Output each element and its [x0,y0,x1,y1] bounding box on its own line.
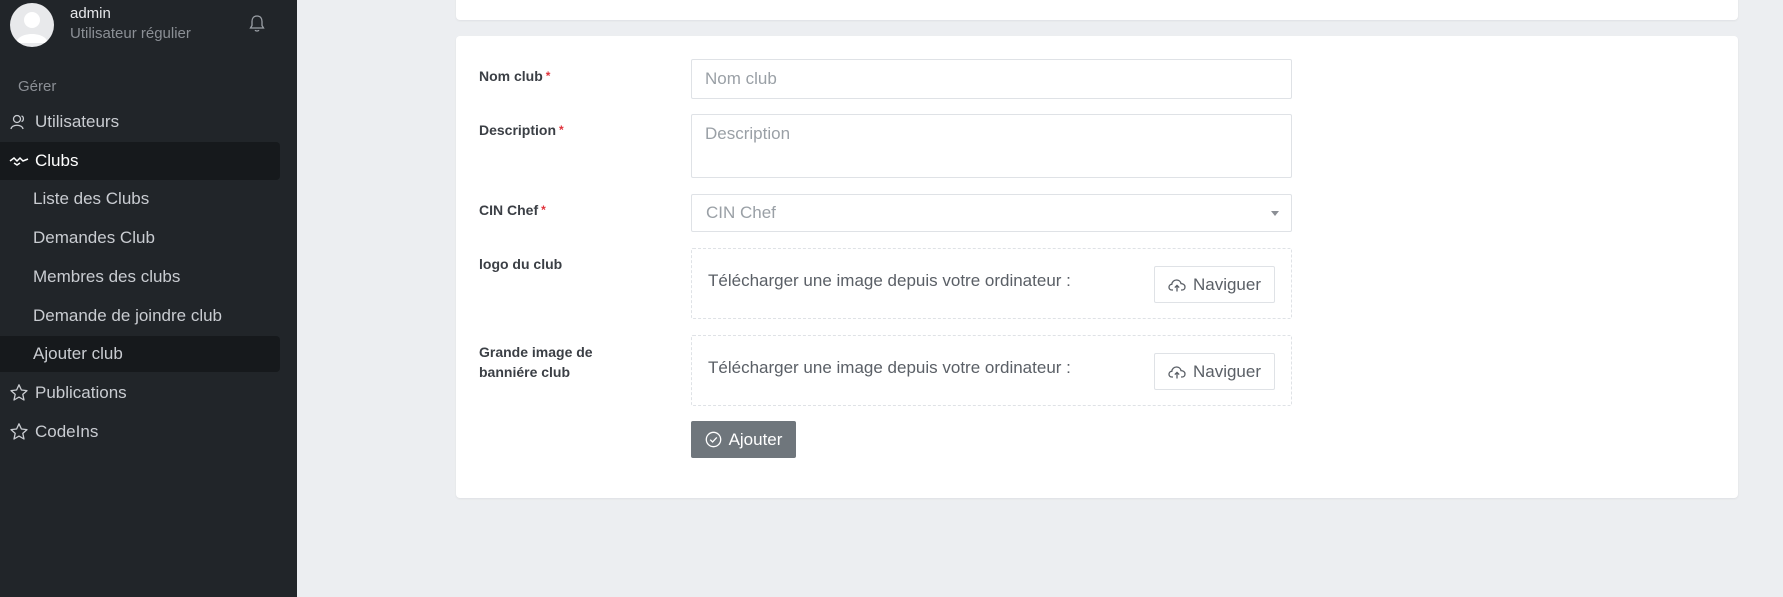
sidebar-item-clubs[interactable]: Clubs [0,142,280,180]
top-card [456,0,1738,20]
sidebar-item-label: CodeIns [35,422,99,441]
user-name: admin [70,5,111,22]
ajouter-label: Ajouter [728,429,783,449]
banner-upload-zone[interactable]: Télécharger une image depuis votre ordin… [691,335,1292,406]
logo-label: logo du club [479,256,563,272]
star-icon [8,421,30,443]
cin-chef-selected: CIN Chef [706,203,776,222]
upload-instruction: Télécharger une image depuis votre ordin… [708,271,1071,290]
sidebar-item-utilisateurs[interactable]: Utilisateurs [0,103,280,141]
cin-chef-label: CIN Chef * [479,202,546,218]
sidebar: admin Utilisateur régulier Gérer Utilisa… [0,0,297,597]
sidebar-subitem-ajouter-club[interactable]: Ajouter club [0,336,280,372]
sidebar-item-label: Publications [35,383,127,402]
sidebar-item-label: Clubs [35,151,79,170]
sidebar-subitem-demandes-club[interactable]: Demandes Club [0,220,280,256]
nom-club-label: Nom club * [479,68,551,84]
sidebar-item-label: Utilisateurs [35,112,120,131]
cloud-upload-icon [1168,278,1186,291]
users-icon [8,111,30,133]
sidebar-subitem-demande-joindre[interactable]: Demande de joindre club [0,298,280,334]
logo-upload-zone[interactable]: Télécharger une image depuis votre ordin… [691,248,1292,319]
sidebar-item-codeins[interactable]: CodeIns [0,413,280,451]
sidebar-subitem-membres-clubs[interactable]: Membres des clubs [0,259,280,295]
required-marker: * [559,123,564,137]
star-icon [8,382,30,404]
sidebar-subitem-liste-clubs[interactable]: Liste des Clubs [0,181,280,217]
logo-browse-button[interactable]: Naviguer [1154,266,1275,303]
add-club-form: Nom club* Description* CIN Chef* CIN Che… [456,36,1738,498]
banner-browse-button[interactable]: Naviguer [1154,353,1275,390]
avatar[interactable] [10,3,54,47]
description-textarea[interactable] [691,114,1292,178]
upload-instruction: Télécharger une image depuis votre ordin… [708,358,1071,377]
ajouter-button[interactable]: Ajouter [691,421,796,458]
sidebar-item-publications[interactable]: Publications [0,374,280,412]
user-role: Utilisateur régulier [70,25,191,42]
user-profile[interactable]: admin Utilisateur régulier [10,3,290,47]
nom-club-input[interactable] [691,59,1292,99]
browse-label: Naviguer [1192,361,1262,381]
user-silhouette-icon [16,12,48,43]
banner-label: Grande image de banniére club [479,344,593,380]
description-label: Description * [479,122,564,138]
cin-chef-select[interactable]: CIN Chef [691,194,1292,232]
bell-icon[interactable] [248,14,266,34]
required-marker: * [545,69,551,83]
browse-label: Naviguer [1192,274,1262,294]
section-label: Gérer [18,78,57,95]
cloud-upload-icon [1168,365,1186,378]
chevron-down-icon [1271,211,1279,216]
required-marker: * [541,203,546,217]
check-circle-icon [705,431,721,448]
clubs-icon [8,150,30,172]
